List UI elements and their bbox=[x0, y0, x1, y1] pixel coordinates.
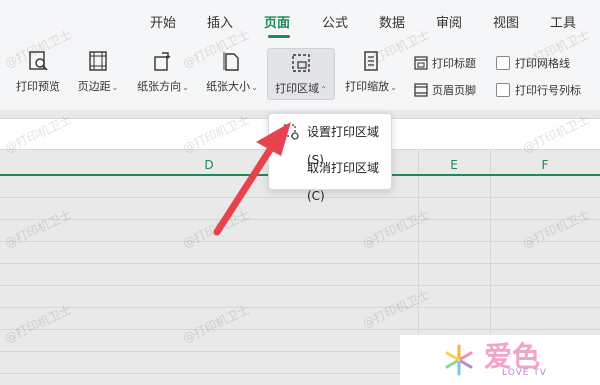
annotation-arrow-icon bbox=[213, 122, 291, 236]
flower-logo-icon bbox=[445, 344, 473, 376]
brand-logo: 爱色 LOVE TV bbox=[400, 335, 600, 385]
logo-subtext: LOVE TV bbox=[502, 368, 547, 378]
